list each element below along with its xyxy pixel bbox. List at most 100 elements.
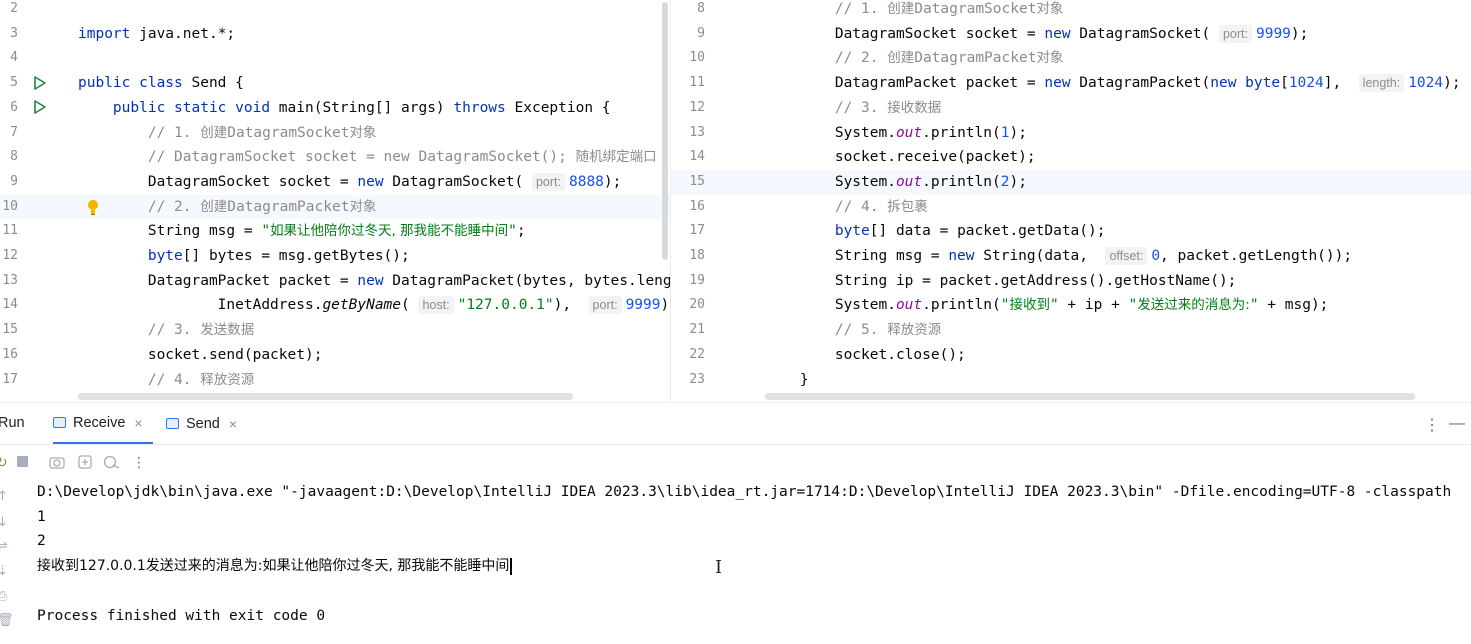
- line-number: 7: [10, 124, 18, 140]
- rerun-icon[interactable]: ↻: [0, 455, 8, 471]
- code-line[interactable]: 12 byte[] bytes = msg.getBytes();: [0, 244, 670, 269]
- code-line[interactable]: 18 String msg = new String(data, offset:…: [671, 244, 1471, 269]
- line-number: 5: [10, 75, 18, 91]
- code-line[interactable]: 17 // 4. 释放资源: [0, 368, 670, 393]
- code-text: DatagramSocket socket = new DatagramSock…: [78, 172, 622, 191]
- code-line[interactable]: 11 String msg = "如果让他陪你过冬天, 那我能不能睡中间";: [0, 219, 670, 244]
- console-line: 接收到127.0.0.1发送过来的消息为:如果让他陪你过冬天, 那我能不能睡中间: [37, 554, 512, 579]
- code-line[interactable]: 15 // 3. 发送数据: [0, 318, 670, 343]
- code-line[interactable]: 16 socket.send(packet);: [0, 343, 670, 368]
- code-line[interactable]: 20 System.out.println("接收到" + ip + "发送过来…: [671, 293, 1471, 318]
- param-hint: offset:: [1105, 247, 1148, 265]
- horizontal-scrollbar[interactable]: [765, 393, 1415, 400]
- code-line[interactable]: 3 import java.net.*;: [0, 22, 670, 47]
- tab-label: Send: [186, 415, 220, 432]
- line-number: 11: [2, 223, 18, 239]
- minimize-icon[interactable]: —: [1449, 415, 1465, 433]
- code-comment: // 3. 接收数据: [765, 99, 942, 116]
- param-hint: port:: [531, 172, 565, 191]
- code-comment: // 2. 创建DatagramPacket对象: [765, 50, 1064, 67]
- code-line[interactable]: 17 byte[] data = packet.getData();: [671, 219, 1471, 244]
- code-line[interactable]: 14 socket.receive(packet);: [671, 145, 1471, 170]
- scroll-end-icon[interactable]: ⇣: [0, 564, 8, 579]
- code-line[interactable]: 9 DatagramSocket socket = new DatagramSo…: [0, 170, 670, 195]
- restore-layout-icon[interactable]: [78, 455, 92, 473]
- run-gutter-icon[interactable]: [33, 76, 47, 90]
- line-number: 13: [2, 272, 18, 288]
- stop-icon[interactable]: [16, 455, 29, 472]
- code-comment: // 3. 发送数据: [78, 322, 255, 339]
- trash-icon[interactable]: 🗑: [0, 613, 14, 628]
- console-line: Process finished with exit code 0: [37, 607, 326, 624]
- code-line[interactable]: 7 // 1. 创建DatagramSocket对象: [0, 121, 670, 146]
- line-number: 21: [689, 322, 705, 338]
- exit-icon[interactable]: [103, 455, 121, 473]
- code-line[interactable]: 9 DatagramSocket socket = new DatagramSo…: [671, 22, 1471, 47]
- console-tab-icon: [53, 417, 66, 428]
- line-number: 15: [2, 322, 18, 338]
- mouse-ibeam-cursor: I: [715, 557, 723, 578]
- code-line[interactable]: 22 socket.close();: [671, 343, 1471, 368]
- scroll-up-icon[interactable]: ↑: [0, 489, 8, 504]
- code-line[interactable]: 8 // DatagramSocket socket = new Datagra…: [0, 145, 670, 170]
- code-line-current[interactable]: 15 System.out.println(2);: [671, 169, 1471, 195]
- line-number: 19: [689, 272, 705, 288]
- camera-icon[interactable]: [49, 455, 65, 473]
- tab-send[interactable]: Send ×: [166, 403, 246, 444]
- lightbulb-icon[interactable]: [86, 199, 100, 216]
- code-comment: // 5. 释放资源: [765, 322, 942, 339]
- code-line[interactable]: 4: [0, 46, 670, 71]
- code-line[interactable]: 2: [0, 0, 670, 22]
- console-line: D:\Develop\jdk\bin\java.exe "-javaagent:…: [37, 484, 1452, 500]
- close-icon[interactable]: ×: [229, 416, 237, 432]
- code-line-current[interactable]: 10 // 2. 创建DatagramPacket对象: [0, 194, 670, 220]
- param-hint: length:: [1358, 74, 1405, 93]
- line-number: 13: [689, 124, 705, 140]
- code-text: String ip = packet.getAddress().getHostN…: [765, 272, 1237, 289]
- run-gutter-icon[interactable]: [33, 100, 47, 114]
- code-comment: // 1. 创建DatagramSocket对象: [765, 1, 1064, 17]
- scroll-down-icon[interactable]: ↓: [0, 515, 8, 530]
- code-line[interactable]: 5 public class Send {: [0, 71, 670, 96]
- line-number: 23: [689, 371, 705, 387]
- code-comment: // 1. 创建DatagramSocket对象: [78, 124, 377, 141]
- code-text: System.out.println(1);: [765, 124, 1027, 141]
- code-line[interactable]: 21 // 5. 释放资源: [671, 318, 1471, 343]
- horizontal-scrollbar[interactable]: [78, 393, 573, 400]
- run-tool-window: Run Receive × Send × ⋮ — ↻ ⋮ ↑ ↓ ⇌ ⇣ ⎙ 🗑…: [0, 402, 1471, 644]
- close-icon[interactable]: ×: [134, 415, 142, 431]
- code-line[interactable]: 8 // 1. 创建DatagramSocket对象: [671, 0, 1471, 22]
- vertical-scrollbar[interactable]: [662, 2, 668, 260]
- code-line[interactable]: 10 // 2. 创建DatagramPacket对象: [671, 46, 1471, 71]
- line-number: 16: [689, 198, 705, 214]
- kebab-icon[interactable]: ⋮: [132, 455, 146, 471]
- code-line[interactable]: 11 DatagramPacket packet = new DatagramP…: [671, 71, 1471, 96]
- code-line[interactable]: 14 InetAddress.getByName( host: "127.0.0.…: [0, 293, 670, 318]
- line-number: 10: [2, 198, 18, 214]
- tab-receive[interactable]: Receive ×: [53, 403, 153, 444]
- more-icon[interactable]: ⋮: [1424, 415, 1440, 435]
- line-number: 14: [2, 297, 18, 313]
- code-line[interactable]: 19 String ip = packet.getAddress().getHo…: [671, 269, 1471, 294]
- code-line[interactable]: 23 }: [671, 368, 1471, 393]
- print-icon[interactable]: ⎙: [0, 589, 7, 604]
- console-tab-icon: [166, 418, 179, 429]
- soft-wrap-icon[interactable]: ⇌: [0, 539, 8, 554]
- code-comment: // 2. 创建DatagramPacket对象: [78, 198, 377, 215]
- line-number: 17: [2, 371, 18, 387]
- code-text: String msg = "如果让他陪你过冬天, 那我能不能睡中间";: [78, 223, 526, 240]
- code-line[interactable]: 13 DatagramPacket packet = new DatagramP…: [0, 269, 670, 294]
- code-text: byte[] data = packet.getData();: [834, 223, 1106, 240]
- send-editor[interactable]: 2 3 import java.net.*; 4 5 public class Se…: [0, 0, 670, 402]
- code-line[interactable]: 12 // 3. 接收数据: [671, 96, 1471, 121]
- code-line[interactable]: 16 // 4. 拆包裹: [671, 195, 1471, 220]
- line-number: 9: [10, 173, 18, 189]
- code-line[interactable]: 13 System.out.println(1);: [671, 121, 1471, 146]
- receive-editor[interactable]: 8 // 1. 创建DatagramSocket对象 9 DatagramSoc…: [670, 0, 1471, 402]
- param-hint: port:: [1218, 24, 1252, 43]
- code-line[interactable]: 6 public static void main(String[] args)…: [0, 96, 670, 121]
- line-number: 3: [10, 25, 18, 41]
- line-number: 4: [10, 50, 18, 66]
- run-tab-bar: Run Receive × Send × ⋮ —: [0, 403, 1471, 445]
- line-number: 2: [10, 1, 18, 16]
